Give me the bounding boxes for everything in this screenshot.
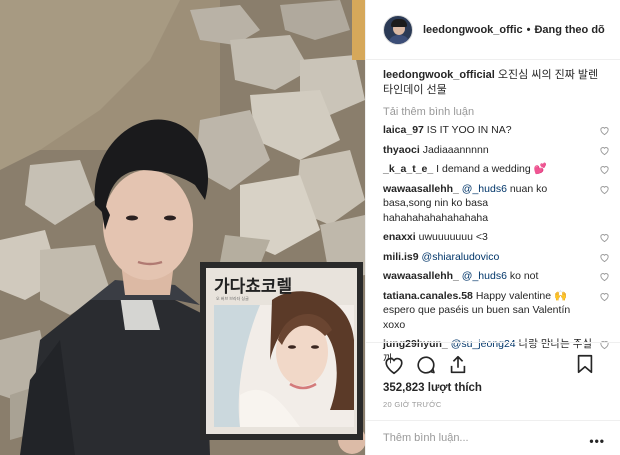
share-icon[interactable] [447, 354, 469, 376]
likes-count[interactable]: 352,823 lượt thích [383, 382, 620, 394]
comment-username[interactable]: tatiana.canales.58 [383, 290, 473, 302]
comments-list: leedongwook_official 오진심 씨의 진짜 발렌타인데이 선물… [383, 68, 615, 371]
header-username[interactable]: leedongwook_offic [423, 24, 523, 36]
selfie-illustration [0, 0, 365, 455]
comment-icon[interactable] [415, 354, 437, 376]
heart-icon[interactable] [599, 291, 610, 302]
instagram-post: 가다쵸코렐 오 버브 브라더 싱글 leedongwook_offic • Đa… [0, 0, 620, 455]
comment-item: tatiana.canales.58 Happy valentine 🙌 esp… [383, 289, 615, 333]
comment-username[interactable]: mili.is9 [383, 251, 419, 263]
comment-mention[interactable]: @_huds6 [462, 183, 507, 195]
post-header: leedongwook_offic • Đang theo dõ [366, 0, 620, 60]
heart-icon[interactable] [599, 232, 610, 243]
post-side-panel: leedongwook_offic • Đang theo dõ leedong… [365, 0, 620, 455]
comment-mention[interactable]: @_huds6 [462, 270, 507, 282]
heart-icon[interactable] [599, 125, 610, 136]
comment-item: _k_a_t_e_ I demand a wedding 💕 [383, 162, 615, 177]
comment-item: wawaasallehh_ @_huds6 nuan ko basa,song … [383, 182, 615, 226]
post-timestamp[interactable]: 20 GIỜ TRƯỚC [383, 400, 620, 409]
comment-text: espero que paséis un buen san Valentín x… [383, 304, 571, 331]
comment-item: wawaasallehh_ @_huds6 ko not [383, 269, 615, 284]
heart-icon[interactable] [599, 271, 610, 282]
album-title-text: 가다쵸코렐 [214, 277, 293, 297]
follow-status-button[interactable]: Đang theo dõ [534, 24, 604, 36]
post-actions: 352,823 lượt thích 20 GIỜ TRƯỚC [366, 342, 620, 422]
comment-username[interactable]: wawaasallehh_ [383, 183, 459, 195]
post-photo[interactable]: 가다쵸코렐 오 버브 브라더 싱글 [0, 0, 365, 455]
comment-text: uwuuuuuuu <3 [418, 231, 488, 243]
comment-input[interactable] [383, 432, 573, 444]
add-comment-bar: ••• [366, 420, 620, 455]
album-subtitle-text: 오 버브 브라더 싱글 [216, 296, 249, 301]
comment-username[interactable]: laica_97 [383, 124, 424, 136]
comment-mention[interactable]: @shiaraludovico [422, 251, 500, 263]
comment-text-before: Happy valentine [475, 289, 552, 302]
bookmark-icon[interactable] [574, 353, 596, 375]
header-separator: • [526, 23, 531, 36]
comment-text: Jadiaaannnnn [422, 143, 489, 156]
more-options-icon[interactable]: ••• [589, 434, 605, 448]
comment-username[interactable]: wawaasallehh_ [383, 270, 459, 282]
heart-icon[interactable] [599, 252, 610, 263]
heart-icon[interactable] [599, 145, 610, 156]
comment-text: ko not [509, 270, 539, 282]
load-more-comments-button[interactable]: Tải thêm bình luận [383, 106, 615, 118]
comment-text: IS IT YOO IN NA? [426, 124, 512, 136]
comment-item: mili.is9 @shiaraludovico [383, 250, 615, 265]
heart-icon[interactable] [383, 354, 405, 376]
caption-username[interactable]: leedongwook_official [383, 69, 495, 81]
comment-username[interactable]: enaxxi [383, 231, 416, 243]
avatar[interactable] [383, 14, 413, 45]
post-caption: leedongwook_official 오진심 씨의 진짜 발렌타인데이 선물 [383, 68, 615, 98]
two-hearts-emoji-icon: 💕 [533, 163, 547, 175]
comment-username[interactable]: _k_a_t_e_ [383, 163, 433, 175]
comment-item: enaxxi uwuuuuuuu <3 [383, 230, 615, 245]
comment-item: thyaoci Jadiaaannnnn [383, 143, 615, 158]
raising-hands-emoji-icon: 🙌 [554, 289, 568, 302]
comment-username[interactable]: thyaoci [383, 144, 420, 156]
comment-item: laica_97 IS IT YOO IN NA? [383, 123, 615, 138]
heart-icon[interactable] [599, 164, 610, 175]
heart-icon[interactable] [599, 184, 610, 195]
comment-text: I demand a wedding [436, 163, 531, 175]
action-icons-row [383, 353, 620, 377]
